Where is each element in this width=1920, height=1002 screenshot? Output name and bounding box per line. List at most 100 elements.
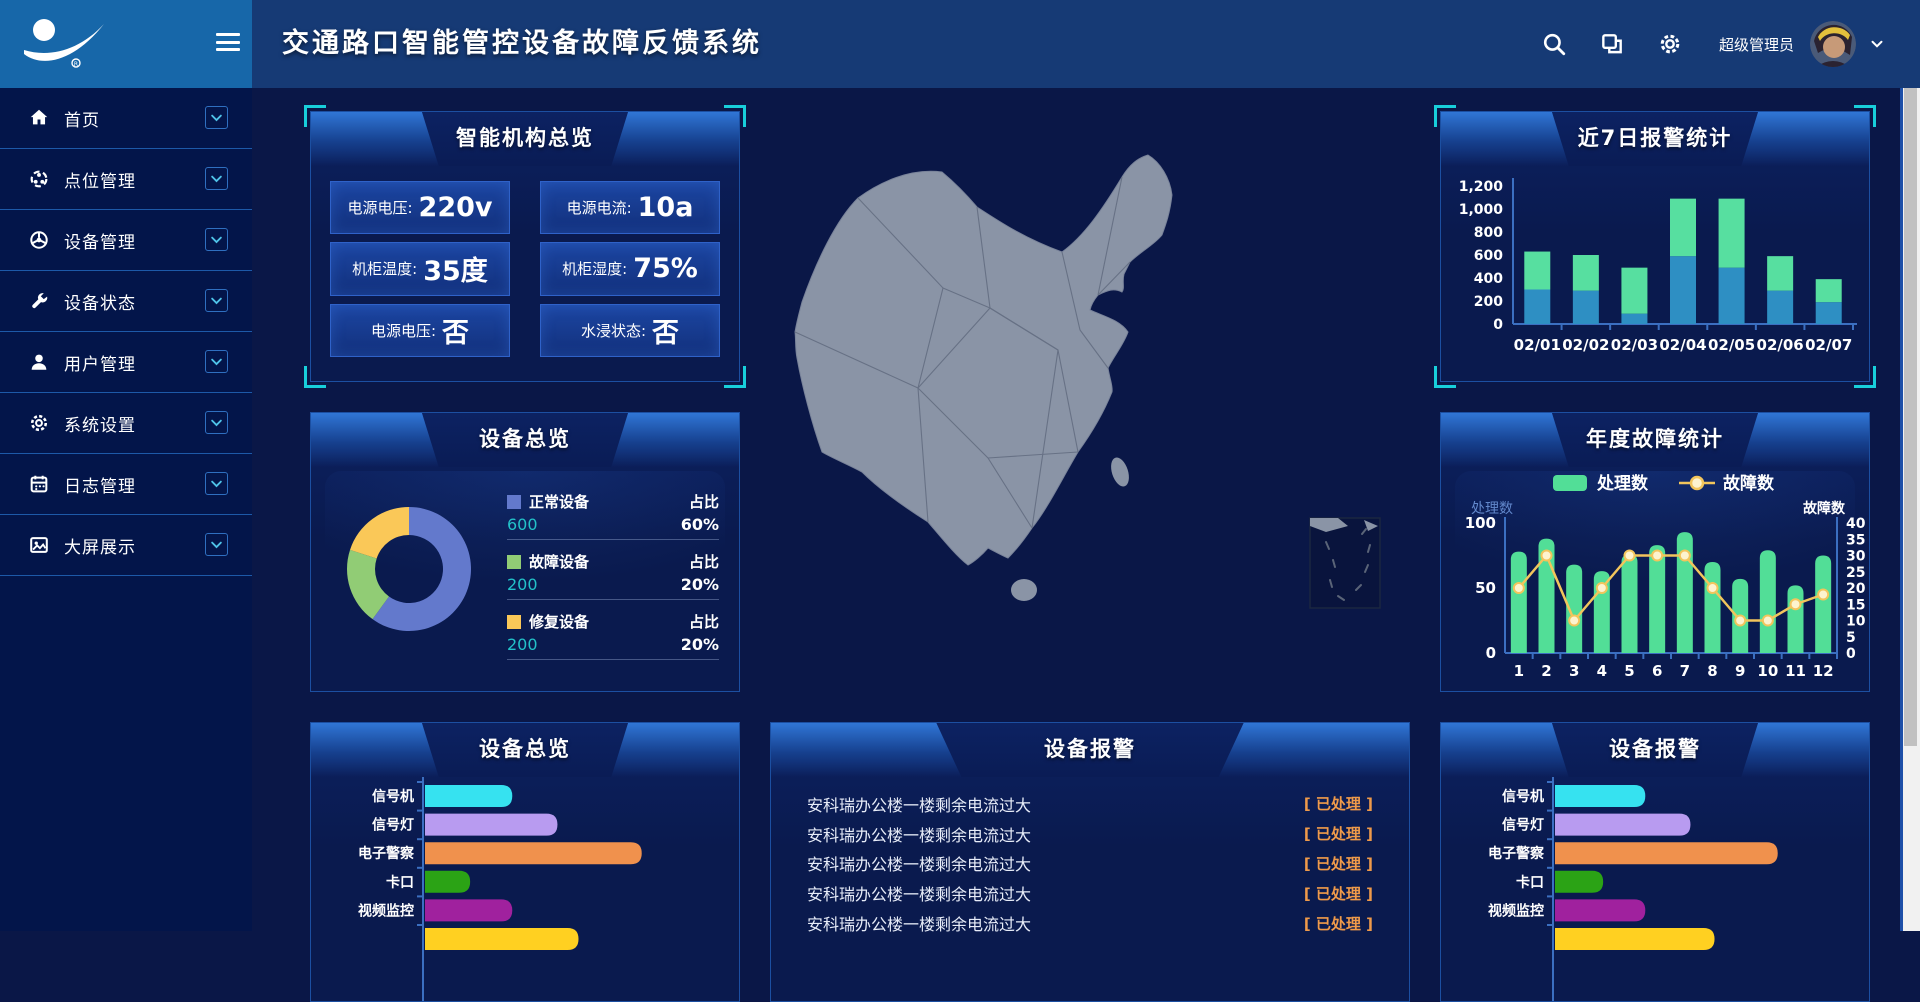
alarm-row-4: 安科瑞办公楼一楼剩余电流过大[ 已处理 ] [771, 878, 1409, 908]
sidebar-item-7[interactable]: 日志管理 [0, 454, 252, 515]
alarm-status[interactable]: [ 已处理 ] [1304, 823, 1373, 844]
stat-label: 电源电压: [347, 197, 412, 218]
stat-value: 10a [638, 192, 694, 223]
svg-text:12: 12 [1813, 662, 1834, 680]
svg-text:2: 2 [1541, 662, 1551, 680]
panel-header: 智能机构总览 [311, 112, 739, 166]
sidebar-item-expand[interactable] [205, 472, 228, 495]
stat-value: 35度 [423, 249, 488, 288]
sidebar-item-5[interactable]: 用户管理 [0, 332, 252, 393]
svg-text:02/02: 02/02 [1562, 336, 1609, 354]
svg-text:10: 10 [1757, 662, 1778, 680]
panel-alarm-hbar: 设备报警 信号机信号灯电子警察卡口视频监控 [1440, 722, 1870, 1002]
copy-pages-icon[interactable] [1599, 31, 1625, 57]
legend-line1: 故障设备占比 [507, 551, 719, 572]
scrollbar-track[interactable] [1903, 88, 1920, 931]
sidebar-item-expand[interactable] [205, 411, 228, 434]
stat-value: 否 [652, 311, 679, 350]
panel-header: 近7日报警统计 [1441, 112, 1869, 166]
svg-text:02/03: 02/03 [1611, 336, 1658, 354]
china-map [758, 98, 1422, 710]
user-avatar[interactable] [1810, 21, 1856, 67]
panel-title: 年度故障统计 [1441, 413, 1869, 465]
svg-text:8: 8 [1707, 662, 1717, 680]
alarm-status[interactable]: [ 已处理 ] [1304, 883, 1373, 904]
svg-text:400: 400 [1474, 271, 1503, 287]
legend-swatch [507, 495, 521, 509]
alarm-status[interactable]: [ 已处理 ] [1304, 793, 1373, 814]
chevron-down-icon [209, 415, 224, 430]
panel-alarm-list: 设备报警 安科瑞办公楼一楼剩余电流过大[ 已处理 ]安科瑞办公楼一楼剩余电流过大… [770, 722, 1410, 1002]
sidebar-item-expand[interactable] [205, 533, 228, 556]
sidebar-item-expand[interactable] [205, 350, 228, 373]
svg-text:视频监控: 视频监控 [358, 902, 414, 919]
current-user-name[interactable]: 超级管理员 [1719, 34, 1794, 55]
alarm-status[interactable]: [ 已处理 ] [1304, 853, 1373, 874]
hamburger-menu-icon[interactable] [216, 33, 240, 53]
sidebar-item-expand[interactable] [205, 167, 228, 190]
legend-value: 600 [507, 515, 538, 534]
stat-box-5: 电源电压: 否 [330, 304, 510, 357]
svg-text:3: 3 [1569, 662, 1579, 680]
stat-value: 220v [419, 192, 493, 223]
chevron-down-icon [209, 537, 224, 552]
svg-text:7: 7 [1680, 662, 1690, 680]
svg-text:200: 200 [1474, 294, 1503, 310]
search-icon[interactable] [1541, 31, 1567, 57]
app-title: 交通路口智能管控设备故障反馈系统 [282, 0, 762, 88]
calendar-icon [28, 473, 50, 495]
wrench-icon [28, 290, 50, 312]
svg-text:100: 100 [1465, 514, 1496, 532]
chevron-down-icon [209, 232, 224, 247]
alarm-status[interactable]: [ 已处理 ] [1304, 913, 1373, 934]
svg-text:4: 4 [1597, 662, 1607, 680]
stat-label: 机柜温度: [352, 258, 417, 279]
panel-header: 设备报警 [771, 723, 1409, 777]
alarm-row-5: 安科瑞办公楼一楼剩余电流过大[ 已处理 ] [771, 908, 1409, 938]
device-hbar-chart: 信号机信号灯电子警察卡口视频监控 [311, 777, 740, 1002]
svg-text:800: 800 [1474, 225, 1503, 241]
alarm-list: 安科瑞办公楼一楼剩余电流过大[ 已处理 ]安科瑞办公楼一楼剩余电流过大[ 已处理… [771, 777, 1409, 938]
svg-text:02/04: 02/04 [1659, 336, 1706, 354]
china-mainland-shape [795, 155, 1172, 565]
panel-header: 设备总览 [311, 413, 739, 467]
svg-text:50: 50 [1475, 579, 1496, 597]
sidebar-nav: 首页点位管理设备管理设备状态用户管理系统设置日志管理大屏展示 [0, 88, 252, 931]
legend-name: 修复设备 [507, 611, 589, 632]
sidebar-item-8[interactable]: 大屏展示 [0, 515, 252, 576]
svg-text:10: 10 [1846, 614, 1866, 630]
svg-text:02/05: 02/05 [1708, 336, 1755, 354]
scrollbar-thumb[interactable] [1904, 88, 1917, 746]
sidebar-item-1[interactable]: 首页 [0, 88, 252, 149]
sidebar-item-expand[interactable] [205, 289, 228, 312]
weekly-alarm-stacked-bar-chart: 02004006008001,0001,20002/0102/0202/0302… [1441, 166, 1871, 383]
panel-device-donut: 设备总览 正常设备占比60060%故障设备占比20020%修复设备占比20020… [310, 412, 740, 692]
hainan-island [1011, 579, 1037, 601]
chevron-down-icon [209, 171, 224, 186]
svg-text:0: 0 [1493, 317, 1503, 333]
stat-box-1: 电源电压: 220v [330, 181, 510, 234]
stat-box-6: 水浸状态:否 [540, 304, 720, 357]
legend-line2: 20020% [507, 572, 719, 594]
legend-value: 200 [507, 635, 538, 654]
device-donut-chart [329, 489, 489, 649]
settings-gear-icon[interactable] [1657, 31, 1683, 57]
stat-box-3: 机柜温度: 35度 [330, 242, 510, 295]
sidebar-item-4[interactable]: 设备状态 [0, 271, 252, 332]
svg-text:25: 25 [1846, 565, 1865, 581]
screen-icon [28, 534, 50, 556]
legend-ratio-label: 占比 [689, 611, 719, 632]
sidebar-item-2[interactable]: 点位管理 [0, 149, 252, 210]
stat-value: 否 [442, 311, 469, 350]
sidebar-item-6[interactable]: 系统设置 [0, 393, 252, 454]
sidebar-item-3[interactable]: 设备管理 [0, 210, 252, 271]
chevron-down-icon[interactable] [1868, 35, 1886, 53]
svg-text:0: 0 [1486, 644, 1496, 662]
sidebar-item-expand[interactable] [205, 106, 228, 129]
sidebar-item-label: 设备管理 [64, 228, 136, 253]
svg-text:处理数: 处理数 [1596, 473, 1649, 494]
panel-device-hbar: 设备总览 信号机信号灯电子警察卡口视频监控 [310, 722, 740, 1002]
sidebar-item-expand[interactable] [205, 228, 228, 251]
svg-text:电子警察: 电子警察 [358, 845, 415, 862]
stat-label: 电源电压: [371, 320, 436, 341]
